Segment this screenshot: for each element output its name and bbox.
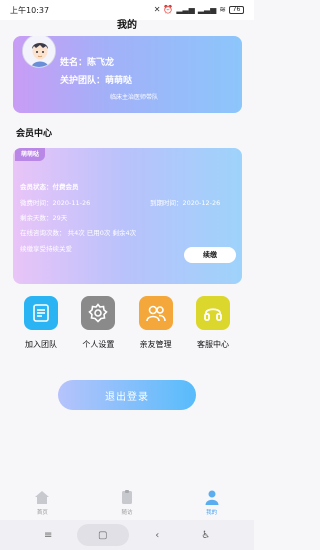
action-settings-label: 个人设置 [82, 340, 115, 349]
profile-team: 关护团队：萌萌哒 [60, 76, 133, 86]
tab-followup[interactable]: 随访 [97, 484, 157, 518]
action-join-team[interactable]: 加入团队 [15, 296, 67, 356]
quick-actions: 加入团队 个人设置 亲友管理 客服中心 [15, 296, 239, 356]
tab-home-label: 首页 [36, 510, 48, 516]
accessibility-icon[interactable]: ♿ [186, 525, 226, 545]
tab-home[interactable]: 首页 [12, 484, 72, 518]
action-service[interactable]: 客服中心 [187, 296, 239, 356]
tab-me-label: 我的 [206, 510, 218, 516]
back-icon[interactable]: ‹ [137, 525, 177, 545]
signal2-icon: ▂▃▅ [197, 5, 217, 14]
member-card: 萌萌哒 会员状态：付费会员 微费时间：2020-11-26 到期时间：2020-… [13, 148, 242, 284]
action-service-label: 客服中心 [196, 340, 229, 349]
action-join-team-label: 加入团队 [25, 340, 57, 349]
member-remaining-days: 剩余天数：29天 [20, 214, 68, 222]
member-purchase-time: 微费时间：2020-11-26 [20, 199, 91, 207]
action-settings[interactable]: 个人设置 [72, 296, 124, 356]
gear-icon[interactable] [81, 296, 116, 330]
profile-name: 姓名：陈飞龙 [60, 58, 115, 68]
battery-icon: 76 [229, 6, 244, 14]
profile-doctor-note: 临床主治医师带队 [110, 94, 159, 101]
tab-followup-label: 随访 [121, 510, 133, 516]
profile-card[interactable]: 姓名：陈飞龙 关护团队：萌萌哒 临床主治医师带队 [13, 36, 242, 113]
renew-button[interactable]: 续缴 [184, 247, 236, 263]
logout-button[interactable]: 退出登录 [58, 380, 196, 410]
status-icons: ✕ ⏰ ▂▃▅ ▂▃▅ ≋ 76 [154, 6, 244, 14]
avatar-illustration-icon [23, 36, 55, 67]
member-expire-time: 到期时间：2020-12-26 [150, 199, 221, 207]
home-button-icon[interactable]: ▢ [76, 524, 129, 546]
home-icon [35, 491, 50, 504]
wifi-icon: ≋ [219, 5, 226, 14]
users-icon[interactable] [138, 296, 173, 330]
system-nav-bar: ≡ ▢ ‹ ♿ [0, 520, 254, 550]
avatar[interactable] [22, 36, 56, 68]
action-family[interactable]: 亲友管理 [130, 296, 182, 356]
member-status: 会员状态：付费会员 [20, 183, 79, 191]
bottom-tab-bar: 首页 随访 我的 [0, 484, 254, 518]
headset-icon[interactable] [195, 296, 230, 330]
followup-icon [121, 490, 132, 504]
mute-icon: ✕ [153, 5, 161, 14]
menu-icon[interactable]: ≡ [28, 525, 68, 545]
member-renew-hint: 续缴享受持续关爱 [20, 245, 72, 253]
alarm-icon: ⏰ [163, 5, 174, 14]
tab-me[interactable]: 我的 [182, 484, 242, 518]
member-center-title: 会员中心 [16, 129, 53, 139]
member-consult-count: 在线咨询次数： 共4次 已用0次 剩余4次 [20, 229, 137, 237]
member-team-tag: 萌萌哒 [15, 148, 46, 161]
join-team-icon[interactable] [24, 296, 58, 330]
user-icon [205, 490, 219, 505]
action-family-label: 亲友管理 [139, 340, 172, 349]
page-title: 我的 [117, 19, 137, 31]
signal-icon: ▂▃▅ [176, 5, 195, 14]
